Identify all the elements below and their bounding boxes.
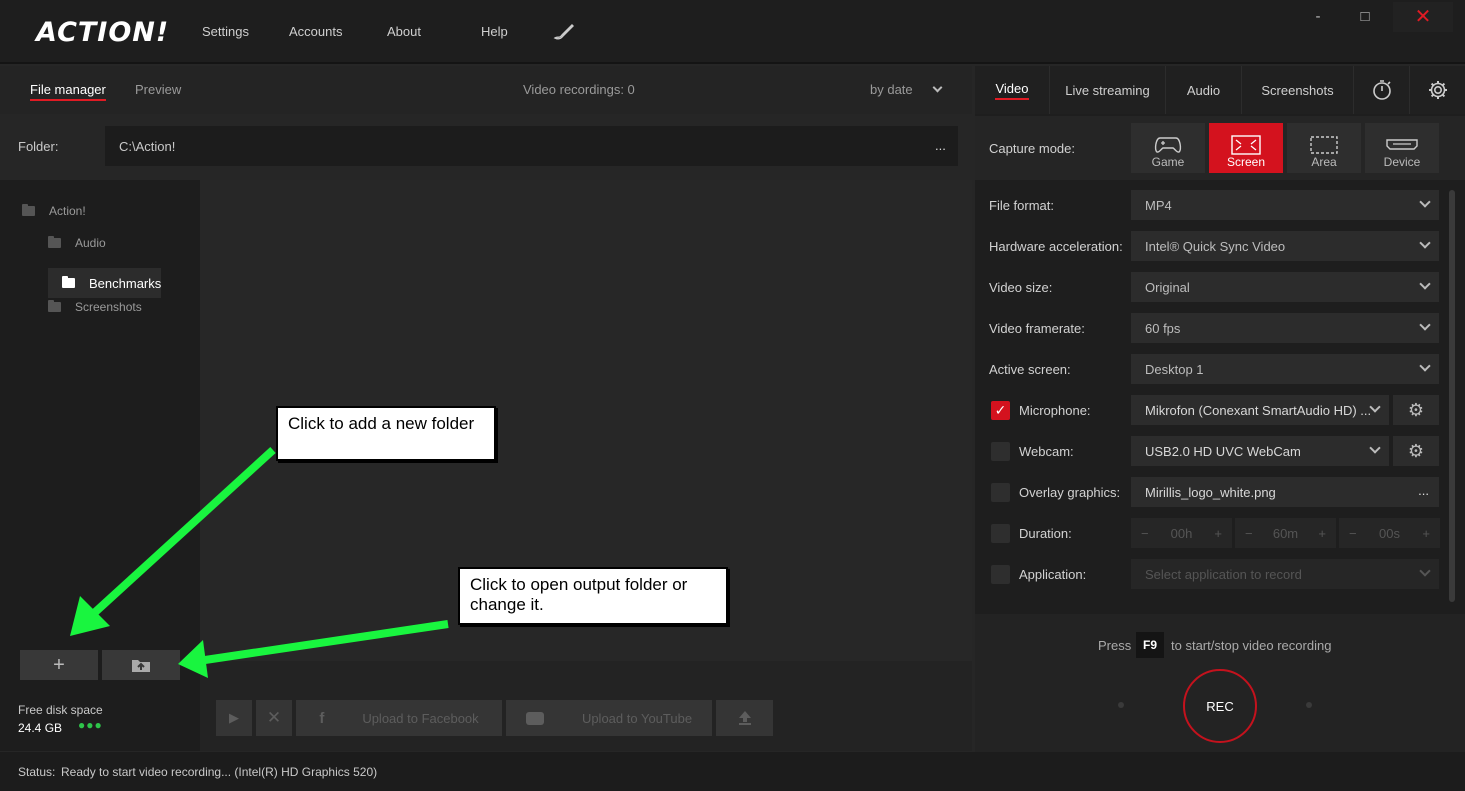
video-size-value: Original bbox=[1145, 279, 1190, 295]
microphone-select[interactable]: Mikrofon (Conexant SmartAudio HD) ... bbox=[1131, 395, 1389, 425]
gear-icon bbox=[1428, 81, 1447, 99]
minus-icon[interactable]: − bbox=[1141, 526, 1149, 541]
framerate-value: 60 fps bbox=[1145, 320, 1181, 336]
mode-game-button[interactable]: Game bbox=[1131, 123, 1205, 173]
tab-video-label: Video bbox=[995, 81, 1029, 100]
video-size-label: Video size: bbox=[989, 280, 1053, 295]
video-size-select[interactable]: Original bbox=[1131, 272, 1439, 302]
gear-icon: ⚙ bbox=[1407, 399, 1425, 420]
area-select-icon bbox=[1310, 136, 1338, 154]
record-button[interactable]: REC bbox=[1183, 669, 1257, 743]
callout-arrows bbox=[70, 447, 449, 678]
application-select[interactable]: Select application to record bbox=[1131, 559, 1439, 589]
minus-icon[interactable]: − bbox=[1349, 526, 1357, 541]
hw-accel-label: Hardware acceleration: bbox=[989, 239, 1123, 254]
maximize-button[interactable]: □ bbox=[1350, 2, 1380, 32]
capture-mode-label: Capture mode: bbox=[989, 141, 1075, 156]
stopwatch-icon bbox=[1372, 80, 1391, 100]
overlay-file-field[interactable]: Mirillis_logo_white.png... bbox=[1131, 477, 1439, 507]
status-label: Status: bbox=[18, 765, 56, 779]
mode-device-label: Device bbox=[1383, 155, 1421, 169]
hotkey-key: F9 bbox=[1136, 632, 1164, 658]
microphone-settings-button[interactable]: ⚙ bbox=[1393, 395, 1439, 425]
tab-audio-label: Audio bbox=[1186, 82, 1221, 98]
file-format-label: File format: bbox=[989, 198, 1055, 213]
mode-device-button[interactable]: Device bbox=[1365, 123, 1439, 173]
overlay-value: Mirillis_logo_white.png bbox=[1145, 484, 1276, 500]
webcam-settings-button[interactable]: ⚙ bbox=[1393, 436, 1439, 466]
checkmark-icon: ✓ bbox=[994, 402, 1007, 418]
settings-scrollbar[interactable] bbox=[1449, 190, 1455, 602]
webcam-value: USB2.0 HD UVC WebCam bbox=[1145, 443, 1301, 459]
duration-seconds-stepper[interactable]: − 00s + bbox=[1339, 518, 1440, 548]
mode-area-label: Area bbox=[1311, 155, 1337, 169]
mode-screen-button[interactable]: Screen bbox=[1209, 123, 1283, 173]
active-screen-select[interactable]: Desktop 1 bbox=[1131, 354, 1439, 384]
fullscreen-icon bbox=[1231, 135, 1261, 155]
duration-minutes: 60m bbox=[1272, 525, 1299, 541]
hw-accel-value: Intel® Quick Sync Video bbox=[1145, 238, 1286, 254]
duration-minutes-stepper[interactable]: − 60m + bbox=[1235, 518, 1336, 548]
mode-area-button[interactable]: Area bbox=[1287, 123, 1361, 173]
plus-icon[interactable]: + bbox=[1422, 526, 1430, 541]
file-format-value: MP4 bbox=[1145, 197, 1172, 213]
chevron-down-icon bbox=[1419, 237, 1431, 249]
hotkey-press-label: Press bbox=[1098, 638, 1132, 653]
overlay-browse-button[interactable]: ... bbox=[1418, 483, 1429, 498]
plus-icon[interactable]: + bbox=[1318, 526, 1326, 541]
minus-icon[interactable]: − bbox=[1245, 526, 1253, 541]
microphone-value: Mikrofon (Conexant SmartAudio HD) ... bbox=[1145, 402, 1372, 418]
duration-label: Duration: bbox=[1019, 526, 1072, 541]
left-indicator-dot bbox=[1118, 702, 1124, 708]
tab-video[interactable]: Video bbox=[975, 66, 1050, 114]
framerate-select[interactable]: 60 fps bbox=[1131, 313, 1439, 343]
plus-icon[interactable]: + bbox=[1214, 526, 1222, 541]
application-placeholder: Select application to record bbox=[1145, 566, 1302, 582]
settings-button[interactable] bbox=[1410, 66, 1465, 114]
hotkey-text: to start/stop video recording bbox=[1171, 638, 1332, 653]
mode-game-label: Game bbox=[1151, 155, 1185, 169]
chevron-down-icon bbox=[1419, 196, 1431, 208]
status-bar: Status: Ready to start video recording..… bbox=[0, 752, 1465, 791]
hw-accel-select[interactable]: Intel® Quick Sync Video bbox=[1131, 231, 1439, 261]
webcam-select[interactable]: USB2.0 HD UVC WebCam bbox=[1131, 436, 1389, 466]
tab-screenshots-label: Screenshots bbox=[1261, 82, 1334, 98]
framerate-label: Video framerate: bbox=[989, 321, 1085, 336]
active-screen-value: Desktop 1 bbox=[1145, 361, 1204, 377]
tab-live-streaming[interactable]: Live streaming bbox=[1050, 66, 1166, 114]
mode-screen-label: Screen bbox=[1226, 155, 1266, 169]
duration-hours-stepper[interactable]: − 00h + bbox=[1131, 518, 1232, 548]
application-checkbox[interactable] bbox=[991, 565, 1010, 584]
chevron-down-icon bbox=[1419, 360, 1431, 372]
chevron-down-icon bbox=[1419, 278, 1431, 290]
gamepad-icon bbox=[1154, 137, 1182, 153]
chevron-down-icon bbox=[1369, 442, 1381, 454]
overlay-label: Overlay graphics: bbox=[1019, 485, 1121, 500]
microphone-checkbox[interactable]: ✓ bbox=[991, 401, 1010, 420]
hdmi-device-icon bbox=[1386, 139, 1418, 150]
webcam-checkbox[interactable] bbox=[991, 442, 1010, 461]
duration-checkbox[interactable] bbox=[991, 524, 1010, 543]
webcam-label: Webcam: bbox=[1019, 444, 1074, 459]
duration-seconds: 00s bbox=[1379, 525, 1400, 541]
chevron-down-icon bbox=[1419, 319, 1431, 331]
minimize-button[interactable]: - bbox=[1303, 2, 1333, 32]
overlay-checkbox[interactable] bbox=[991, 483, 1010, 502]
active-screen-label: Active screen: bbox=[989, 362, 1071, 377]
tab-audio[interactable]: Audio bbox=[1166, 66, 1242, 114]
right-indicator-dot bbox=[1306, 702, 1312, 708]
tab-screenshots[interactable]: Screenshots bbox=[1242, 66, 1354, 114]
tab-live-streaming-label: Live streaming bbox=[1065, 82, 1150, 98]
application-label: Application: bbox=[1019, 567, 1087, 582]
status-text: Ready to start video recording... (Intel… bbox=[61, 765, 378, 779]
microphone-label: Microphone: bbox=[1019, 403, 1091, 418]
duration-hours: 00h bbox=[1170, 525, 1193, 541]
chevron-down-icon bbox=[1419, 565, 1431, 577]
file-format-select[interactable]: MP4 bbox=[1131, 190, 1439, 220]
close-button[interactable]: ✕ bbox=[1393, 2, 1453, 32]
timer-button[interactable] bbox=[1354, 66, 1410, 114]
gear-icon: ⚙ bbox=[1407, 440, 1425, 461]
